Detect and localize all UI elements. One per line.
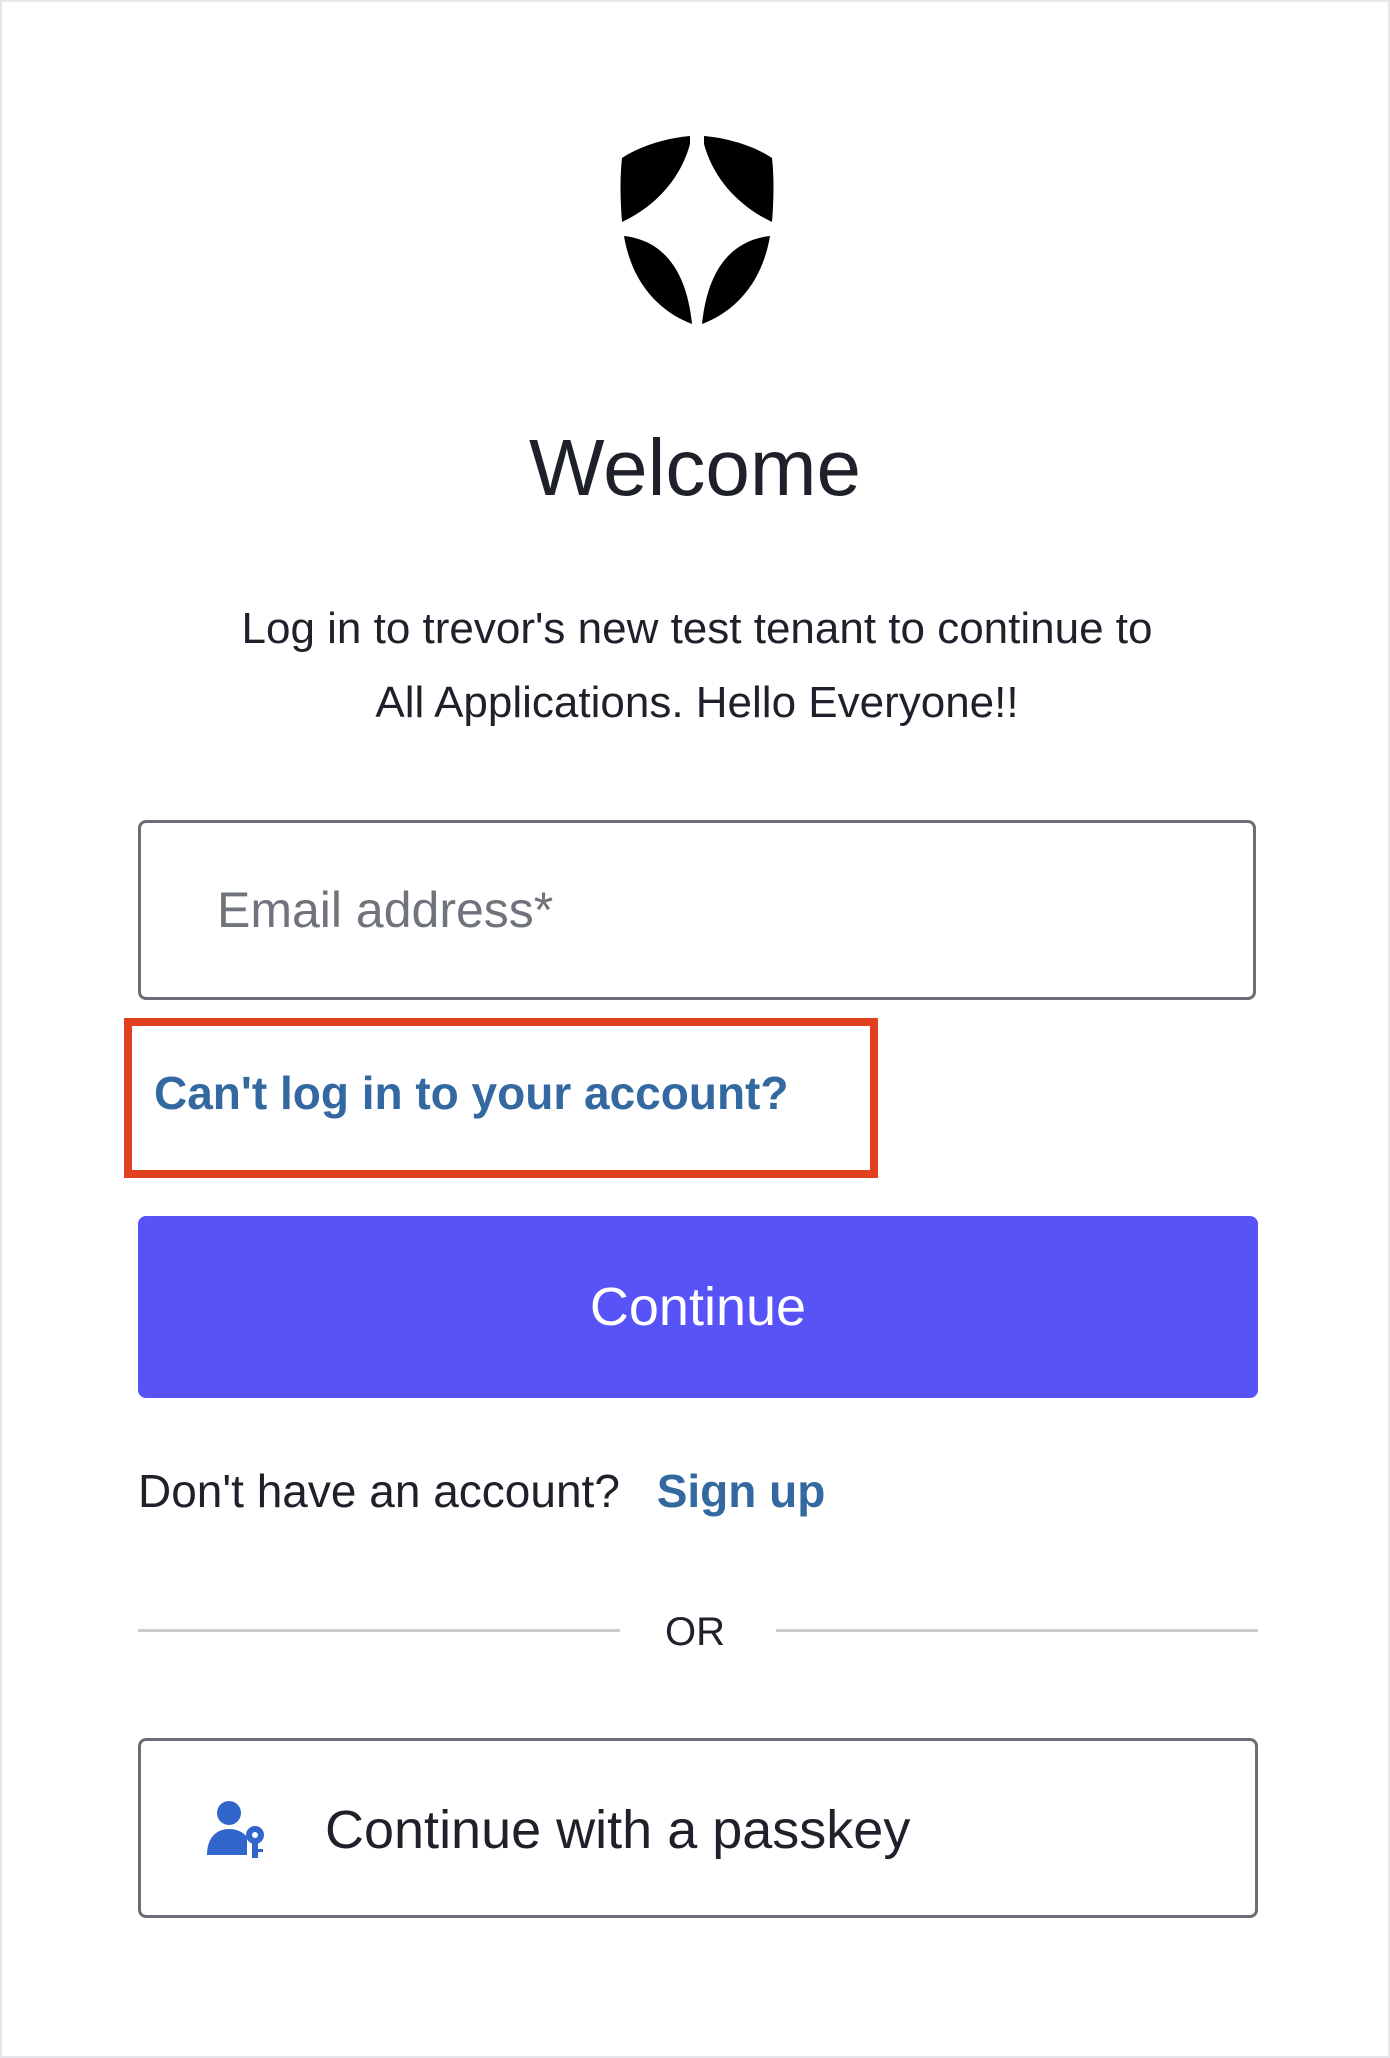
email-input[interactable] — [141, 823, 1253, 997]
page-subtitle: Log in to trevor's new test tenant to co… — [132, 592, 1262, 740]
email-field[interactable] — [138, 820, 1256, 1000]
page-title: Welcome — [529, 423, 861, 512]
signup-prompt: Don't have an account? — [138, 1465, 620, 1517]
signup-link[interactable]: Sign up — [657, 1465, 826, 1517]
login-card: Welcome Log in to trevor's new test tena… — [0, 0, 1390, 2058]
cant-login-link[interactable]: Can't log in to your account? — [154, 1066, 788, 1120]
divider-or-text: OR — [665, 1610, 725, 1654]
passkey-label: Continue with a passkey — [325, 1800, 911, 1860]
signup-row: Don't have an account? Sign up — [138, 1464, 825, 1518]
continue-button[interactable]: Continue — [138, 1216, 1258, 1398]
user-key-icon — [207, 1801, 264, 1858]
passkey-button[interactable]: Continue with a passkey — [138, 1738, 1258, 1918]
divider-right — [776, 1629, 1258, 1632]
subtitle-line-2: All Applications. Hello Everyone!! — [375, 678, 1019, 727]
subtitle-line-1: Log in to trevor's new test tenant to co… — [241, 604, 1153, 653]
shield-icon — [620, 136, 774, 324]
